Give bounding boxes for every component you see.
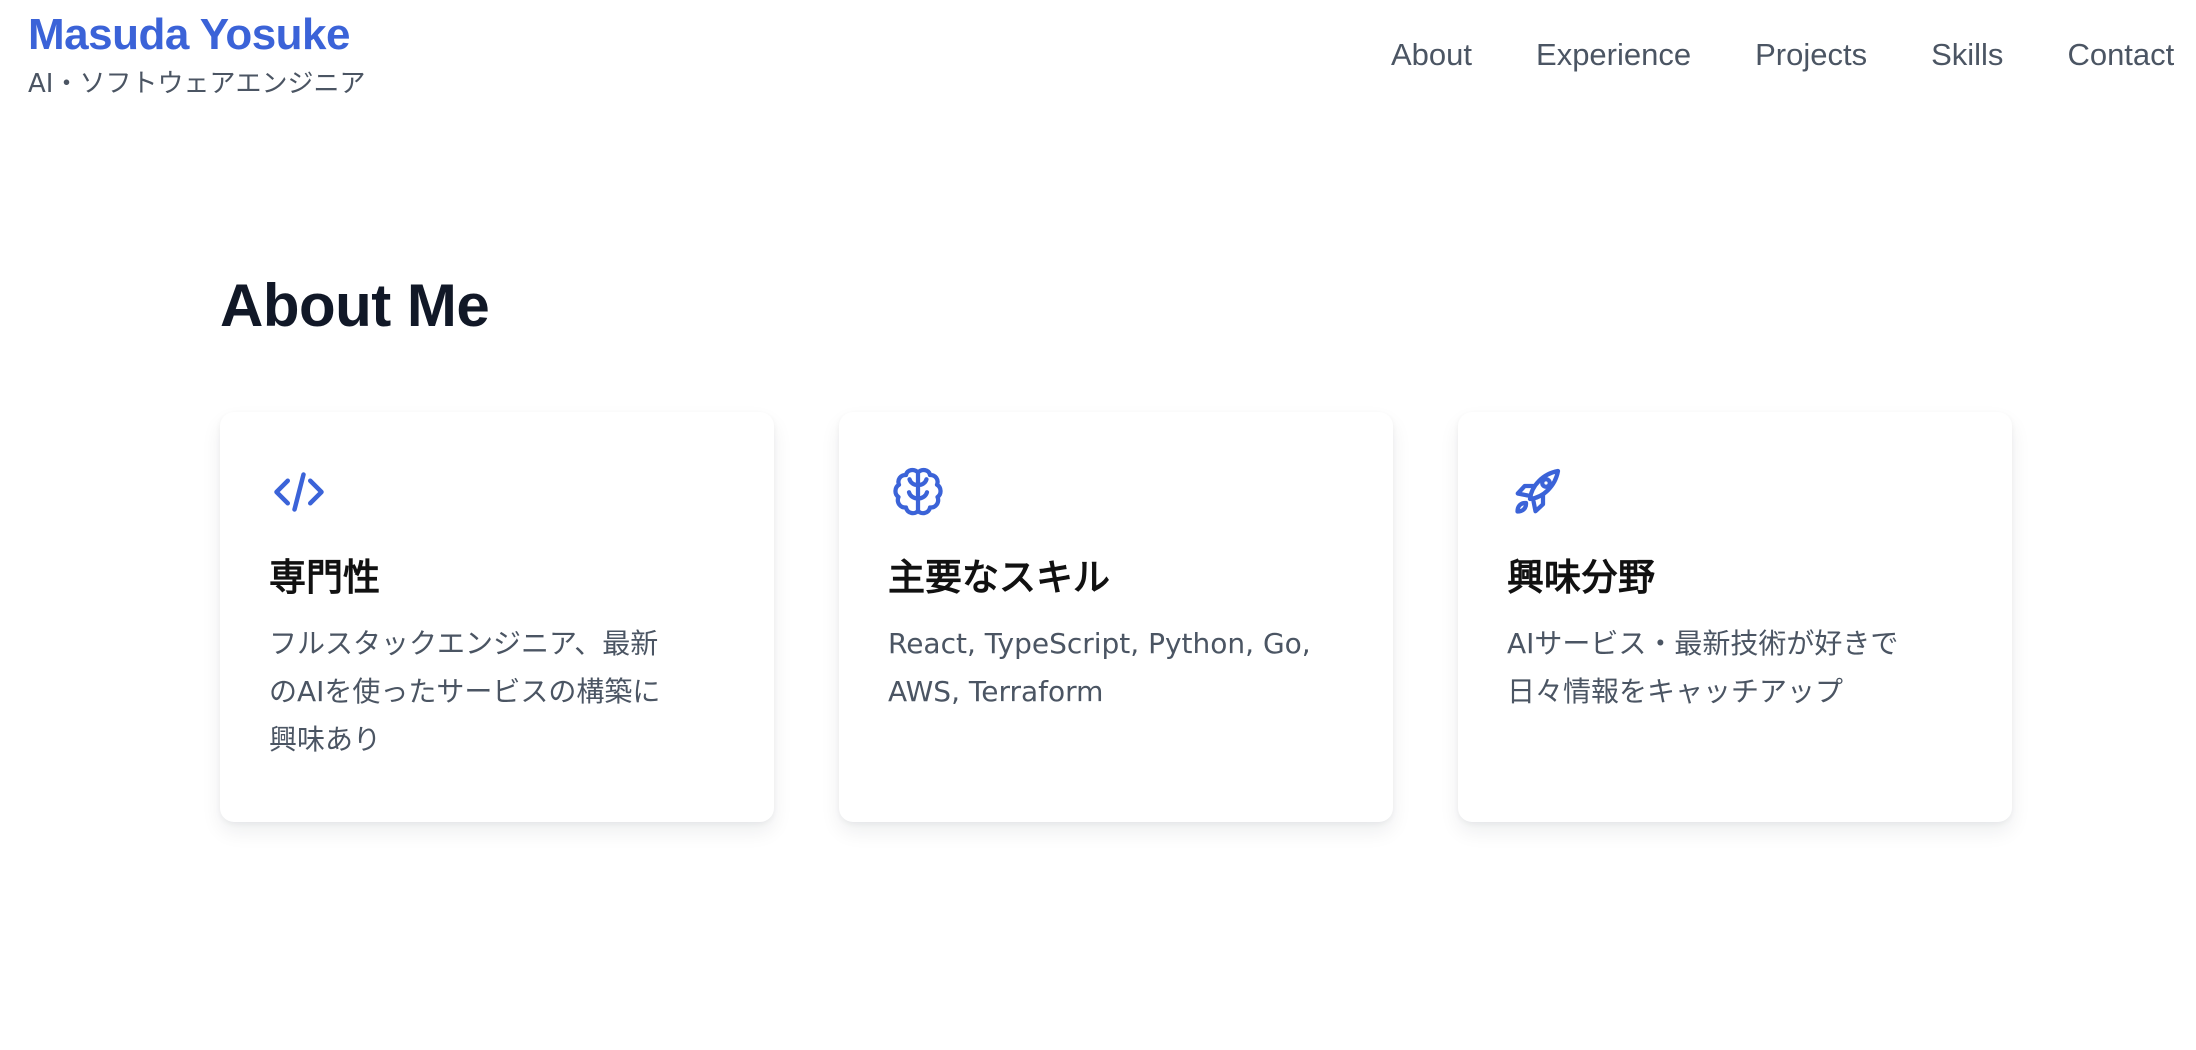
main-nav: About Experience Projects Skills Contact [1391, 34, 2174, 76]
card-text-line: AIサービス・最新技術が好きで [1507, 627, 1899, 660]
about-section: About Me 専門性 フルスタックエンジニア、最新 のAIを使ったサービスの… [220, 270, 2012, 822]
nav-link-about[interactable]: About [1391, 34, 1472, 76]
card-title: 主要なスキル [888, 556, 1110, 599]
card-description: AIサービス・最新技術が好きで 日々情報をキャッチアップ [1507, 620, 1964, 716]
card-text-line: フルスタックエンジニア、最新 [269, 627, 659, 660]
nav-link-skills[interactable]: Skills [1931, 34, 2003, 76]
card-text-line: 興味あり [269, 723, 382, 756]
nav-link-experience[interactable]: Experience [1536, 34, 1691, 76]
section-title: About Me [220, 272, 490, 339]
card-description: フルスタックエンジニア、最新 のAIを使ったサービスの構築に 興味あり [269, 620, 726, 764]
card-title: 興味分野 [1507, 556, 1655, 599]
card-description: React, TypeScript, Python, Go, AWS, Terr… [888, 620, 1345, 716]
code-icon [269, 462, 329, 522]
site-header: Masuda Yosuke AI・ソフトウェアエンジニア About Exper… [0, 0, 2196, 110]
card-text-line: React, TypeScript, Python, Go, [888, 627, 1311, 660]
brand-tagline: AI・ソフトウェアエンジニア [28, 69, 366, 99]
brain-icon [888, 462, 948, 522]
card-expertise: 専門性 フルスタックエンジニア、最新 のAIを使ったサービスの構築に 興味あり [220, 412, 774, 822]
nav-link-projects[interactable]: Projects [1755, 34, 1867, 76]
card-title: 専門性 [269, 556, 380, 599]
card-text-line: のAIを使ったサービスの構築に [269, 675, 661, 708]
brand[interactable]: Masuda Yosuke AI・ソフトウェアエンジニア [28, 8, 365, 101]
brand-name[interactable]: Masuda Yosuke [28, 8, 365, 62]
card-skills: 主要なスキル React, TypeScript, Python, Go, AW… [839, 412, 1393, 822]
rocket-icon [1507, 462, 1567, 522]
nav-link-contact[interactable]: Contact [2067, 34, 2174, 76]
about-cards: 専門性 フルスタックエンジニア、最新 のAIを使ったサービスの構築に 興味あり [220, 412, 2012, 822]
card-text-line: AWS, Terraform [888, 675, 1104, 708]
card-text-line: 日々情報をキャッチアップ [1507, 675, 1844, 708]
card-interests: 興味分野 AIサービス・最新技術が好きで 日々情報をキャッチアップ [1458, 412, 2012, 822]
